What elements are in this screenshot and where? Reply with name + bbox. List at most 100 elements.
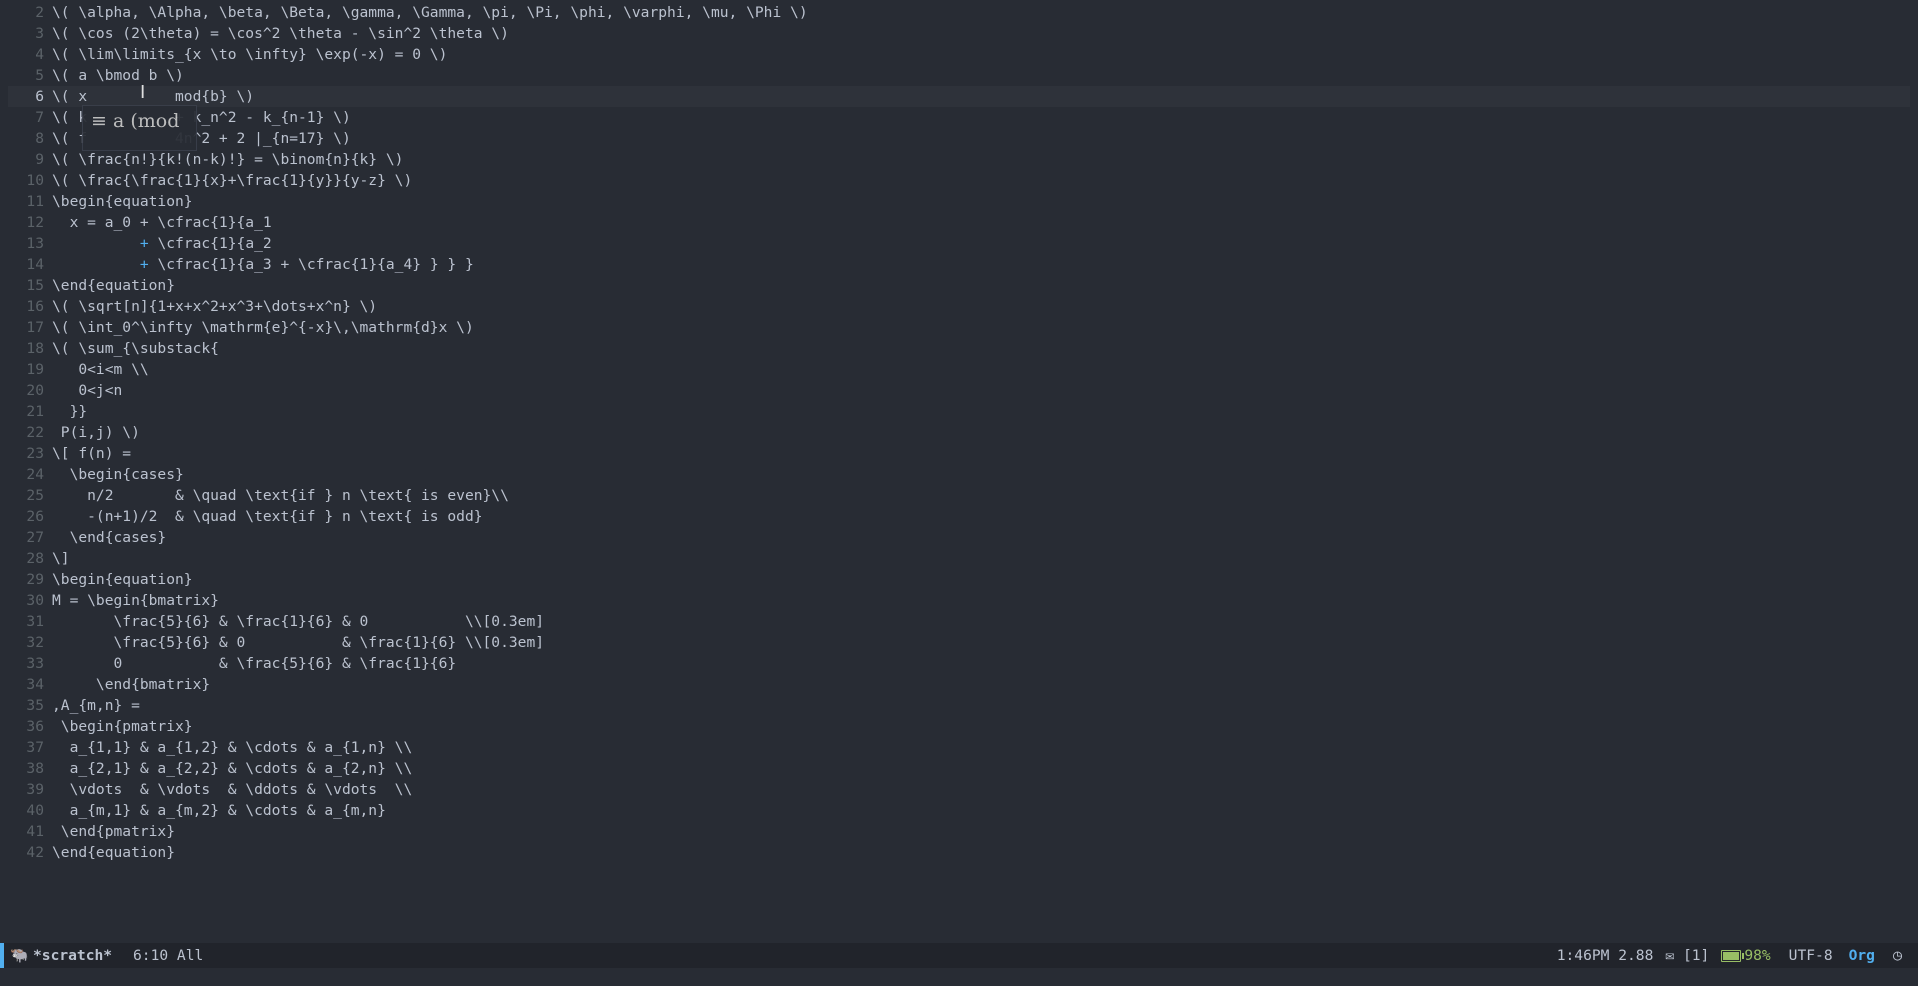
code-line[interactable]: 17 \( \int_0^\infty \mathrm{e}^{-x}\,\mat… <box>8 317 1910 338</box>
code-text[interactable]: \( \frac{n!}{k!(n-k)!} = \binom{n}{k} \) <box>52 149 403 170</box>
code-line[interactable]: 36 \begin{pmatrix} <box>8 716 1910 737</box>
line-number: 23 <box>26 445 44 462</box>
code-text[interactable]: \end{equation} <box>52 842 175 863</box>
code-line[interactable]: 23 \[ f(n) = <box>8 443 1910 464</box>
code-line[interactable]: 10 \( \frac{\frac{1}{x}+\frac{1}{y}}{y-z}… <box>8 170 1910 191</box>
code-text[interactable]: \( \cos (2\theta) = \cos^2 \theta - \sin… <box>52 23 509 44</box>
code-line[interactable]: 39 \vdots & \vdots & \ddots & \vdots \\ <box>8 779 1910 800</box>
line-number: 20 <box>26 382 44 399</box>
code-line[interactable]: 15 \end{equation} <box>8 275 1910 296</box>
code-text[interactable]: x = a_0 + \cfrac{1}{a_1 <box>52 212 272 233</box>
line-number: 30 <box>26 592 44 609</box>
code-line[interactable]: 25 n/2 & \quad \text{if } n \text{ is ev… <box>8 485 1910 506</box>
code-text[interactable]: \vdots & \vdots & \ddots & \vdots \\ <box>52 779 413 800</box>
line-number: 17 <box>26 319 44 336</box>
code-text[interactable]: \begin{pmatrix} <box>52 716 193 737</box>
code-text[interactable]: \( \sqrt[n]{1+x+x^2+x^3+\dots+x^n} \) <box>52 296 377 317</box>
code-text[interactable]: + \cfrac{1}{a_2 <box>52 233 272 254</box>
code-text[interactable]: M = \begin{bmatrix} <box>52 590 219 611</box>
code-text[interactable]: \( \int_0^\infty \mathrm{e}^{-x}\,\mathr… <box>52 317 474 338</box>
code-line[interactable]: 31 \frac{5}{6} & \frac{1}{6} & 0 \\[0.3e… <box>8 611 1910 632</box>
code-text[interactable]: + \cfrac{1}{a_3 + \cfrac{1}{a_4} } } } <box>52 254 474 275</box>
code-text[interactable]: \frac{5}{6} & \frac{1}{6} & 0 \\[0.3em] <box>52 611 545 632</box>
code-line[interactable]: 5 \( a \bmod b \) <box>8 65 1910 86</box>
code-line[interactable]: 41 \end{pmatrix} <box>8 821 1910 842</box>
code-text[interactable]: }} <box>52 401 88 422</box>
major-mode-indicator[interactable]: Org <box>1849 943 1875 968</box>
code-text[interactable]: \end{bmatrix} <box>52 674 210 695</box>
line-number: 8 <box>35 130 44 147</box>
code-line[interactable]: 37 a_{1,1} & a_{1,2} & \cdots & a_{1,n} … <box>8 737 1910 758</box>
code-line[interactable]: 27 \end{cases} <box>8 527 1910 548</box>
code-text[interactable]: \end{cases} <box>52 527 167 548</box>
code-line[interactable]: 9 \( \frac{n!}{k!(n-k)!} = \binom{n}{k} \… <box>8 149 1910 170</box>
code-line[interactable]: 32 \frac{5}{6} & 0 & \frac{1}{6} \\[0.3e… <box>8 632 1910 653</box>
line-number: 9 <box>35 151 44 168</box>
code-text[interactable]: 0<j<n <box>52 380 122 401</box>
battery-icon <box>1721 949 1745 962</box>
code-line[interactable]: 21 }} <box>8 401 1910 422</box>
mail-indicator[interactable]: ✉ [1] <box>1665 943 1709 968</box>
code-line[interactable]: 33 0 & \frac{5}{6} & \frac{1}{6} <box>8 653 1910 674</box>
code-line[interactable]: 4 \( \lim\limits_{x \to \infty} \exp(-x) … <box>8 44 1910 65</box>
code-line[interactable]: 38 a_{2,1} & a_{2,2} & \cdots & a_{2,n} … <box>8 758 1910 779</box>
code-text[interactable]: \( a \bmod b \) <box>52 65 184 86</box>
code-line[interactable]: 19 0<i<m \\ <box>8 359 1910 380</box>
code-line[interactable]: 24 \begin{cases} <box>8 464 1910 485</box>
code-line[interactable]: 40 a_{m,1} & a_{m,2} & \cdots & a_{m,n} <box>8 800 1910 821</box>
code-line[interactable]: 18 \( \sum_{\substack{ <box>8 338 1910 359</box>
line-number: 22 <box>26 424 44 441</box>
line-number: 6 <box>35 88 44 105</box>
code-line[interactable]: 12 x = a_0 + \cfrac{1}{a_1 <box>8 212 1910 233</box>
code-text[interactable]: ,A_{m,n} = <box>52 695 140 716</box>
code-text[interactable]: 0 & \frac{5}{6} & \frac{1}{6} <box>52 653 457 674</box>
code-line[interactable]: 28 \] <box>8 548 1910 569</box>
code-line[interactable]: 16 \( \sqrt[n]{1+x+x^2+x^3+\dots+x^n} \) <box>8 296 1910 317</box>
code-text[interactable]: \begin{equation} <box>52 569 193 590</box>
code-line[interactable]: 8 \( f 4n^2 + 2 |_{n=17} \) <box>8 128 1910 149</box>
code-text[interactable]: \( x mod{b} \) <box>52 86 254 107</box>
line-number: 32 <box>26 634 44 651</box>
code-text[interactable]: \end{pmatrix} <box>52 821 175 842</box>
code-line[interactable]: 35 ,A_{m,n} = <box>8 695 1910 716</box>
code-line[interactable]: 34 \end{bmatrix} <box>8 674 1910 695</box>
code-line[interactable]: 11 \begin{equation} <box>8 191 1910 212</box>
minibuffer[interactable] <box>0 968 1918 986</box>
continuation-plus: + <box>139 235 149 252</box>
code-line[interactable]: 42 \end{equation} <box>8 842 1910 863</box>
code-line[interactable]: 7 \( k + k_n^2 - k_{n-1} \) <box>8 107 1910 128</box>
code-text[interactable]: \end{equation} <box>52 275 175 296</box>
code-line[interactable]: 6 \( x mod{b} \) <box>8 86 1910 107</box>
latex-preview-overlay: ≡ a (mod <box>82 105 197 151</box>
code-line[interactable]: 3 \( \cos (2\theta) = \cos^2 \theta - \si… <box>8 23 1910 44</box>
code-text[interactable]: n/2 & \quad \text{if } n \text{ is even}… <box>52 485 509 506</box>
buffer-name[interactable]: *scratch* <box>33 943 112 968</box>
code-text[interactable]: \( \alpha, \Alpha, \beta, \Beta, \gamma,… <box>52 2 808 23</box>
code-line[interactable]: 14 + \cfrac{1}{a_3 + \cfrac{1}{a_4} } } … <box>8 254 1910 275</box>
code-text[interactable]: \] <box>52 548 70 569</box>
code-text[interactable]: \begin{cases} <box>52 464 184 485</box>
code-line[interactable]: 2 \( \alpha, \Alpha, \beta, \Beta, \gamma… <box>8 2 1910 23</box>
code-text[interactable]: \( \sum_{\substack{ <box>52 338 219 359</box>
code-line[interactable]: 22 P(i,j) \) <box>8 422 1910 443</box>
code-text[interactable]: a_{m,1} & a_{m,2} & \cdots & a_{m,n} <box>52 800 386 821</box>
code-line[interactable]: 30 M = \begin{bmatrix} <box>8 590 1910 611</box>
code-text[interactable]: \( \frac{\frac{1}{x}+\frac{1}{y}}{y-z} \… <box>52 170 412 191</box>
code-line[interactable]: 13 + \cfrac{1}{a_2 <box>8 233 1910 254</box>
code-text[interactable]: -(n+1)/2 & \quad \text{if } n \text{ is … <box>52 506 482 527</box>
line-number: 16 <box>26 298 44 315</box>
code-text[interactable]: a_{1,1} & a_{1,2} & \cdots & a_{1,n} \\ <box>52 737 413 758</box>
code-line[interactable]: 29 \begin{equation} <box>8 569 1910 590</box>
code-text[interactable]: \[ f(n) = <box>52 443 131 464</box>
encoding-indicator[interactable]: UTF-8 <box>1789 943 1833 968</box>
editor-buffer[interactable]: 2 \( \alpha, \Alpha, \beta, \Beta, \gamma… <box>0 0 1918 940</box>
line-number: 21 <box>26 403 44 420</box>
code-text[interactable]: P(i,j) \) <box>52 422 140 443</box>
code-text[interactable]: \( \lim\limits_{x \to \infty} \exp(-x) =… <box>52 44 447 65</box>
code-line[interactable]: 26 -(n+1)/2 & \quad \text{if } n \text{ … <box>8 506 1910 527</box>
code-line[interactable]: 20 0<j<n <box>8 380 1910 401</box>
code-text[interactable]: \frac{5}{6} & 0 & \frac{1}{6} \\[0.3em] <box>52 632 545 653</box>
code-text[interactable]: a_{2,1} & a_{2,2} & \cdots & a_{2,n} \\ <box>52 758 413 779</box>
code-text[interactable]: 0<i<m \\ <box>52 359 148 380</box>
code-text[interactable]: \begin{equation} <box>52 191 193 212</box>
